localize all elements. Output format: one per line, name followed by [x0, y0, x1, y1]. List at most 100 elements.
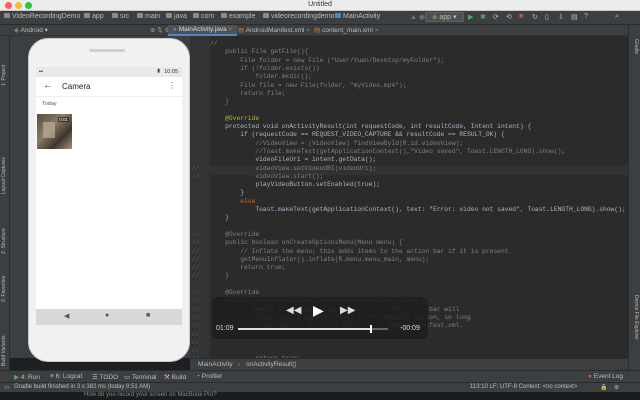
fast-forward-icon[interactable]: ▶▶ — [340, 305, 355, 316]
tab-android-manifest[interactable]: ▤ AndroidManifest.xml × — [238, 26, 310, 34]
sync-icon[interactable]: ↻ — [532, 13, 538, 21]
emulator-screen[interactable]: ▪▪ 10:05 ▮ ← Camera ⋮ Today 0:01 ◀ ● ■ — [36, 67, 182, 325]
code-line[interactable]: } — [210, 189, 244, 196]
rewind-icon[interactable]: ◀◀ — [286, 305, 301, 316]
profile-icon[interactable]: ⟳ — [493, 13, 499, 21]
close-tab-icon[interactable]: × — [228, 26, 232, 33]
avd-manager-icon[interactable]: ▯ — [545, 13, 549, 21]
build-tool-tab[interactable]: ⚒ Build — [164, 373, 186, 381]
breadcrumb-example[interactable]: example — [221, 13, 255, 20]
phone-clock: 10:05 — [164, 69, 178, 75]
build-variants-tool-tab[interactable]: Build Variants — [1, 336, 7, 366]
code-line[interactable]: //VideoView = (VideoView) findViewById(R… — [210, 140, 463, 147]
code-line[interactable]: //Toast.makeText(getApplicationContext()… — [210, 148, 565, 155]
code-line[interactable]: if (requestCode == REQUEST_VIDEO_CAPTURE… — [210, 131, 505, 138]
nav-home-icon[interactable]: ● — [105, 312, 109, 319]
code-line[interactable]: playVideoButton.setEnabled(true); — [210, 181, 380, 188]
code-line[interactable]: @Override — [210, 231, 259, 238]
status-right-info[interactable]: 113:10 LF: UTF-8 Context: <no context> — [470, 384, 577, 390]
status-bar-toggle-icon[interactable]: ▭ — [4, 384, 10, 391]
breadcrumb-class[interactable]: MainActivity — [335, 13, 380, 20]
nav-recents-icon[interactable]: ■ — [146, 312, 150, 319]
code-line[interactable]: return file; — [210, 90, 285, 97]
code-line[interactable]: // Inflate the menu; this adds items to … — [210, 248, 512, 255]
tab-label: Terminal — [131, 374, 157, 381]
code-line[interactable]: getMenuInflater().inflate(R.menu.menu_ma… — [210, 256, 429, 263]
code-line[interactable]: @Override — [210, 115, 259, 122]
run-config-select[interactable]: ◆ app ▾ — [425, 12, 464, 22]
breadcrumb-label: app — [92, 13, 104, 20]
tab-content-main[interactable]: ▤ content_main.xml × — [314, 26, 379, 34]
breadcrumb-main[interactable]: main — [137, 13, 160, 20]
code-line[interactable]: videoView.setVideoURI(videoUri); — [210, 165, 376, 172]
editor-crumb-method[interactable]: onActivityResult() — [246, 361, 297, 368]
status-message[interactable]: Gradle build finished in 3 s 382 ms (tod… — [14, 384, 150, 390]
code-line[interactable]: } — [210, 98, 229, 105]
code-line[interactable]: else — [210, 198, 255, 205]
project-tool-tab[interactable]: 1: Project — [1, 65, 7, 86]
scrubber-track[interactable] — [238, 325, 388, 333]
search-everywhere-icon[interactable]: ⌕ — [615, 13, 619, 21]
logcat-tool-tab[interactable]: ≡ 6: Logcat — [50, 373, 82, 380]
close-tab-icon[interactable]: × — [306, 27, 310, 34]
profiler-tool-tab[interactable]: ◔ Profiler — [196, 373, 222, 380]
code-line[interactable]: return true; — [210, 264, 285, 271]
code-line[interactable]: @Override — [210, 289, 259, 296]
terminal-tool-tab[interactable]: ▭ Terminal — [124, 373, 156, 381]
code-line[interactable]: Toast.makeText(getApplicationContext(), … — [210, 206, 625, 213]
back-arrow-icon[interactable]: ← — [43, 80, 53, 91]
tab-main-activity[interactable]: ● MainActivity.java × — [168, 25, 238, 36]
code-line[interactable]: if (!folder.exists()) — [210, 65, 319, 72]
gradle-tool-tab[interactable]: Gradle — [633, 39, 639, 54]
breadcrumb-package[interactable]: videorecordingdemo — [263, 13, 334, 20]
phone-app-title: Camera — [62, 82, 91, 91]
code-line[interactable]: } — [210, 272, 229, 279]
logcat-icon: ≡ — [50, 373, 54, 380]
folder-icon — [137, 13, 143, 18]
code-line[interactable]: } — [210, 214, 229, 221]
code-line[interactable]: videoFileUri = intent.getData(); — [210, 156, 376, 163]
code-line[interactable]: folder.mkdir(); — [210, 73, 312, 80]
xml-file-icon: ▤ — [314, 27, 321, 34]
device-file-explorer-tool-tab[interactable]: Device File Explorer — [633, 295, 639, 340]
breadcrumb-java[interactable]: java — [166, 13, 187, 20]
structure-tool-tab[interactable]: 2: Structure — [1, 228, 7, 254]
favorites-tool-tab[interactable]: 2: Favorites — [1, 276, 7, 302]
scrubber-handle[interactable] — [370, 325, 372, 333]
gutter-marker: // — [192, 322, 200, 330]
code-line[interactable]: // — [210, 40, 218, 47]
code-line[interactable]: public boolean onCreateOptionsMenu(Menu … — [210, 239, 403, 246]
git-icon[interactable]: ⊛ — [614, 384, 619, 391]
play-icon[interactable]: ▶ — [313, 302, 324, 319]
code-line[interactable]: public File getFile(){ — [210, 48, 308, 55]
help-icon[interactable]: ? — [584, 13, 588, 20]
breadcrumb-project[interactable]: VideoRecordingDemo — [4, 13, 80, 20]
device-icon[interactable]: ▤ — [571, 13, 578, 21]
editor-crumb-class[interactable]: MainActivity — [198, 361, 233, 368]
breadcrumb-src[interactable]: src — [112, 13, 129, 20]
project-view-select[interactable]: ◆ Android ▾ — [14, 26, 48, 34]
attach-icon[interactable]: ⟲ — [506, 13, 512, 21]
code-line[interactable]: File folder = new File ("User/Yuan/Deskt… — [210, 57, 444, 64]
run-icon[interactable]: ▶ — [468, 13, 473, 21]
code-line[interactable]: File file = new File(folder, "myVideo.mp… — [210, 82, 406, 89]
todo-tool-tab[interactable]: ☰ TODO — [92, 373, 118, 381]
breadcrumb-com[interactable]: com — [193, 13, 214, 20]
code-line[interactable]: protected void onActivityResult(int requ… — [210, 123, 531, 130]
run-tool-tab[interactable]: ▶ 4: Run — [14, 373, 40, 381]
breadcrumb-app[interactable]: app — [84, 13, 104, 20]
tab-label: AndroidManifest.xml — [245, 27, 305, 34]
event-log-tool-tab[interactable]: ● Event Log — [588, 373, 623, 380]
background-search-text: How do you record your screen on MacBook… — [84, 392, 217, 398]
code-line[interactable]: videoView.start(); — [210, 173, 323, 180]
stop-icon[interactable]: ■ — [519, 13, 523, 20]
xml-file-icon: ▤ — [238, 27, 245, 34]
video-thumbnail[interactable]: 0:01 — [37, 114, 72, 149]
close-tab-icon[interactable]: × — [375, 27, 379, 34]
lock-icon[interactable]: 🔒 — [600, 384, 607, 391]
sdk-manager-icon[interactable]: ⇩ — [558, 13, 564, 21]
layout-captures-tool-tab[interactable]: Layout Captures — [1, 157, 7, 194]
nav-back-icon[interactable]: ◀ — [64, 312, 69, 320]
overflow-menu-icon[interactable]: ⋮ — [168, 81, 176, 90]
debug-icon[interactable]: ✱ — [480, 13, 486, 21]
